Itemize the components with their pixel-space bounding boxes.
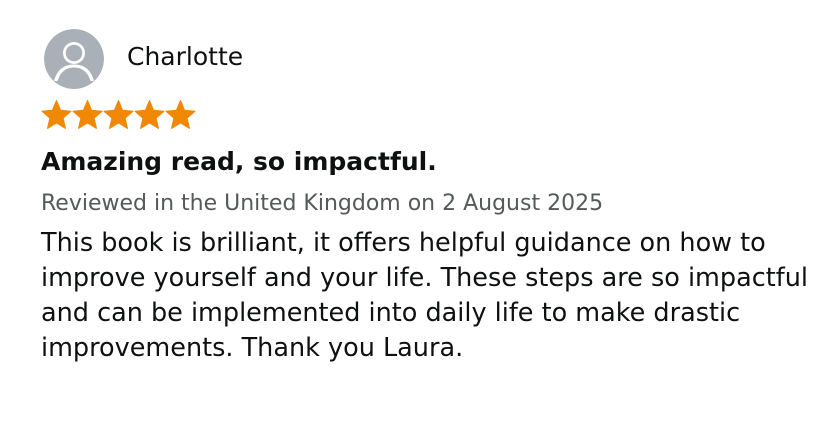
review-body: This book is brilliant, it offers helpfu… [41, 228, 808, 363]
reviewer-name[interactable]: Charlotte [127, 42, 243, 72]
review-title[interactable]: Amazing read, so impactful. [41, 145, 437, 179]
customer-review: Charlotte Amazing read, so impactful. Re… [0, 0, 828, 446]
filled-star-icon [165, 100, 196, 129]
filled-star-icon [134, 100, 165, 129]
filled-star-icon [103, 100, 134, 129]
filled-star-icon [72, 100, 103, 129]
filled-star-icon [41, 100, 72, 129]
default-user-avatar-icon [44, 29, 104, 89]
star-rating [41, 98, 196, 131]
review-meta: Reviewed in the United Kingdom on 2 Augu… [41, 191, 604, 216]
